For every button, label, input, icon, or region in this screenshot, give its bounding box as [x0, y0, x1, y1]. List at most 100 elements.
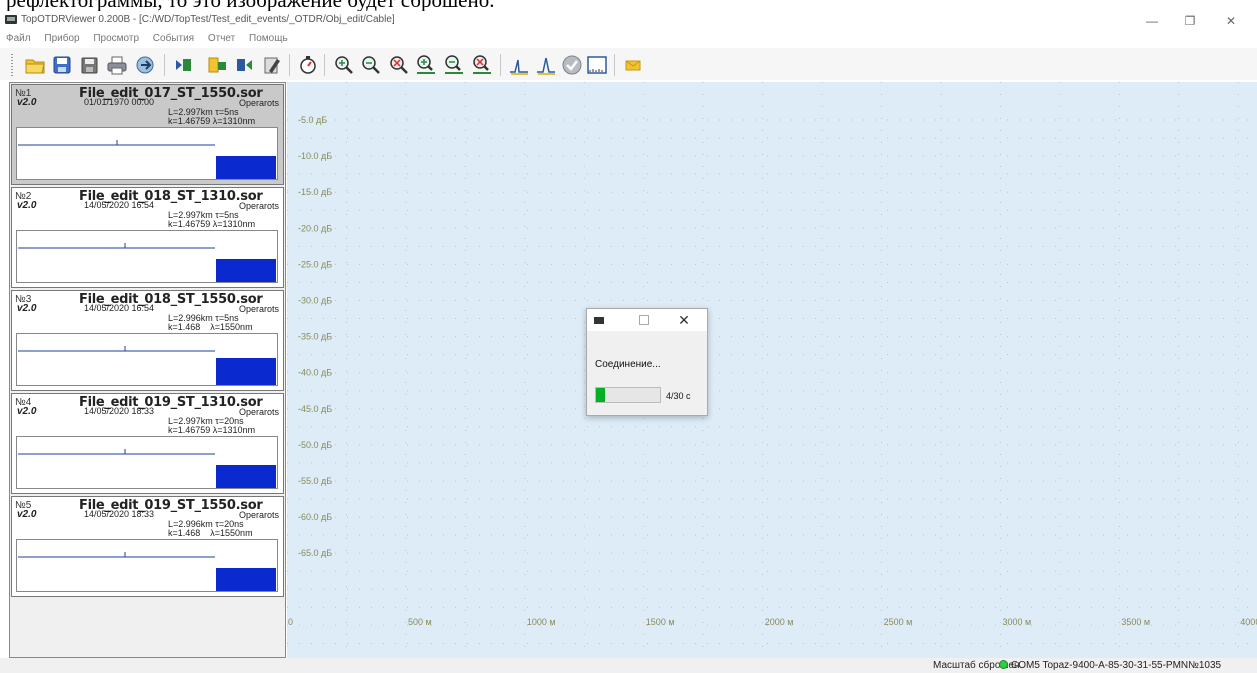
trace-index-wavelength: k=1.46759 λ=1310nm — [168, 116, 256, 126]
y-tick-label: -60.0 дБ — [298, 512, 332, 522]
dialog-maximize-button[interactable] — [639, 315, 649, 325]
trace-thumbnail — [16, 127, 278, 180]
menu-bar: Файл Прибор Просмотр События Отчет Помощ… — [0, 31, 1257, 47]
x-tick-label: 1000 м — [527, 617, 556, 627]
check-icon[interactable] — [561, 54, 583, 76]
y-tick-label: -20.0 дБ — [298, 223, 332, 233]
toolbar-separator — [500, 54, 501, 76]
restore-button[interactable]: ❐ — [1175, 13, 1205, 29]
report-icon[interactable] — [622, 54, 644, 76]
measure-icon[interactable] — [297, 54, 319, 76]
trace-operator: Operarots — [238, 201, 279, 211]
y-tick-label: -5.0 дБ — [298, 115, 327, 125]
zoom-out-icon[interactable] — [360, 54, 382, 76]
toolbar-separator — [324, 54, 325, 76]
y-tick-label: -35.0 дБ — [298, 332, 332, 342]
reflectogram-plot[interactable]: -5.0 дБ -10.0 дБ -15.0 дБ -20.0 дБ -25.0 дБ -… — [287, 82, 1257, 658]
title-bar: TopOTDRViewer 0.200B - [C:/WD/TopTest/Te… — [0, 11, 1257, 31]
trace-operator: Operarots — [238, 510, 279, 520]
menu-events[interactable]: События — [147, 31, 199, 44]
dialog-close-button[interactable]: ✕ — [673, 311, 695, 329]
trace-operator: Operarots — [238, 407, 279, 417]
trace-card[interactable]: №2 v2.0 File_edit_018_ST_1310.sor 14/05/202… — [11, 187, 284, 288]
y-tick-label: -25.0 дБ — [298, 259, 332, 269]
menu-device[interactable]: Прибор — [38, 31, 84, 44]
app-icon — [5, 15, 17, 24]
trace-index-wavelength: k=1.468 λ=1550nm — [168, 322, 253, 332]
trace-date: 14/05/2020 16:54 — [84, 303, 155, 313]
toolbar-separator — [289, 54, 290, 76]
connection-timer: 4/30 с — [666, 391, 691, 401]
toolbar-separator — [614, 54, 615, 76]
trace-version: v2.0 — [17, 97, 37, 108]
x-tick-label: 3500 м — [1121, 617, 1150, 627]
trace-index-wavelength: k=1.46759 λ=1310nm — [168, 219, 256, 229]
peak-event-icon[interactable] — [535, 54, 557, 76]
trace-thumbnail — [16, 539, 278, 592]
y-tick-label: -55.0 дБ — [298, 476, 332, 486]
x-tick-label: 2000 м — [765, 617, 794, 627]
toolbar-grip[interactable] — [11, 54, 13, 76]
trace-version: v2.0 — [17, 406, 37, 417]
x-tick-label: 4000 — [1240, 617, 1257, 627]
next-trace-icon[interactable] — [234, 54, 256, 76]
trace-list-panel: №1 v2.0 File_edit_017_ST_1550.sor 01/01/197… — [9, 82, 286, 658]
export-icon[interactable] — [134, 54, 156, 76]
dialog-message: Соединение... — [595, 359, 661, 370]
trace-card[interactable]: №4 v2.0 File_edit_019_ST_1310.sor 14/05/202… — [11, 393, 284, 494]
dialog-app-icon — [594, 317, 604, 324]
zoom-in-icon[interactable] — [333, 54, 355, 76]
status-bar: Масштаб сброшен COM5 Topaz-9400-A-85-30-… — [0, 658, 1257, 673]
close-button[interactable]: ✕ — [1216, 13, 1246, 29]
trace-version: v2.0 — [17, 303, 37, 314]
y-tick-label: -50.0 дБ — [298, 440, 332, 450]
progress-fill — [596, 388, 605, 402]
trace-operator: Operarots — [238, 98, 279, 108]
menu-report[interactable]: Отчет — [202, 31, 240, 44]
edit-trace-icon[interactable] — [261, 54, 283, 76]
trace-thumbnail — [16, 436, 278, 489]
dialog-title-bar: ✕ — [587, 309, 707, 331]
toolbar — [0, 48, 1257, 80]
minimize-button[interactable]: — — [1137, 13, 1167, 29]
trace-version: v2.0 — [17, 200, 37, 211]
trace-card[interactable]: №1 v2.0 File_edit_017_ST_1550.sor 01/01/197… — [11, 84, 284, 185]
y-tick-label: -15.0 дБ — [298, 187, 332, 197]
open-folder-icon[interactable] — [24, 54, 46, 76]
zoom-in-horizontal-icon[interactable] — [415, 54, 437, 76]
connection-status-icon — [999, 660, 1008, 669]
menu-file[interactable]: Файл — [0, 31, 36, 44]
x-tick-label: 500 м — [408, 617, 432, 627]
menu-view[interactable]: Просмотр — [87, 31, 144, 44]
zoom-reset-horizontal-icon[interactable] — [471, 54, 493, 76]
connection-dialog: ✕ Соединение... 4/30 с — [586, 308, 708, 416]
trace-thumbnail — [16, 333, 278, 386]
y-tick-label: -45.0 дБ — [298, 404, 332, 414]
reflective-event-icon[interactable] — [508, 54, 530, 76]
reflectogram-chart: -5.0 дБ -10.0 дБ -15.0 дБ -20.0 дБ -25.0 дБ -… — [287, 82, 1257, 658]
x-tick-label: 3000 м — [1003, 617, 1032, 627]
save-all-icon[interactable] — [79, 54, 101, 76]
previous-trace-icon[interactable] — [172, 54, 194, 76]
trace-card[interactable]: №5 v2.0 File_edit_019_ST_1550.sor 14/05/202… — [11, 496, 284, 597]
save-icon[interactable] — [51, 54, 73, 76]
scale-icon[interactable] — [586, 54, 608, 76]
zoom-out-horizontal-icon[interactable] — [443, 54, 465, 76]
zoom-reset-icon[interactable] — [388, 54, 410, 76]
y-tick-label: -65.0 дБ — [298, 548, 332, 558]
trace-card[interactable]: №3 v2.0 File_edit_018_ST_1550.sor 14/05/202… — [11, 290, 284, 391]
document-text-fragment: рефлектограммы, то это изображение будет… — [0, 0, 1257, 11]
trace-index-wavelength: k=1.46759 λ=1310nm — [168, 425, 256, 435]
trace-thumbnail — [16, 230, 278, 283]
toolbar-separator — [164, 54, 165, 76]
x-tick-label: 2500 м — [884, 617, 913, 627]
print-icon[interactable] — [106, 54, 128, 76]
x-tick-label: 0 — [288, 617, 293, 627]
connection-progress-bar — [595, 387, 661, 403]
trace-version: v2.0 — [17, 509, 37, 520]
trace-date: 14/05/2020 18:33 — [84, 406, 155, 416]
menu-help[interactable]: Помощь — [243, 31, 293, 44]
add-trace-icon[interactable] — [206, 54, 228, 76]
y-tick-label: -30.0 дБ — [298, 296, 332, 306]
y-tick-label: -10.0 дБ — [298, 151, 332, 161]
